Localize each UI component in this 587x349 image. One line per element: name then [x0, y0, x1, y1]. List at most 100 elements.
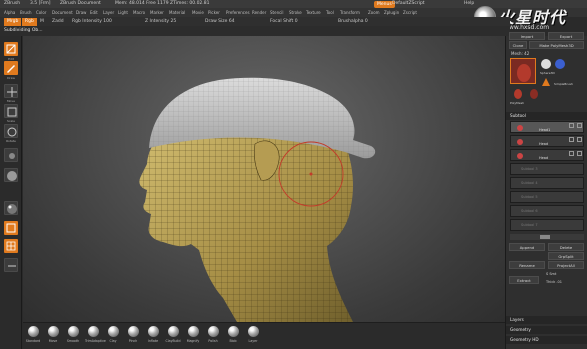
polymesh-label: PolyMesh	[510, 101, 525, 105]
menu-zscript[interactable]: Zscript	[403, 8, 417, 17]
subtool-header[interactable]: Subtool	[506, 112, 587, 120]
s-smt-slider[interactable]: S Smt	[546, 272, 556, 276]
head-model[interactable]	[23, 36, 505, 322]
subtool-row[interactable]: Head	[510, 149, 584, 161]
subtool-row[interactable]: Head1	[510, 121, 584, 133]
menu-stencil[interactable]: Stencil	[270, 8, 284, 17]
scrollbar-thumb[interactable]	[540, 235, 550, 239]
zadd-toggle[interactable]: Zadd	[52, 17, 64, 26]
subtool-thumb-icon	[517, 125, 523, 131]
menu-texture[interactable]: Texture	[306, 8, 321, 17]
eye-icon[interactable]	[569, 123, 574, 128]
geometry-section[interactable]: Geometry	[506, 326, 587, 334]
menu-stroke[interactable]: Stroke	[289, 8, 302, 17]
brush-smooth[interactable]: Smooth	[65, 326, 81, 343]
rename-button[interactable]: Rename	[509, 261, 545, 269]
alphabrush-thumb[interactable]	[554, 58, 566, 70]
menu-zplugin[interactable]: Zplugin	[384, 8, 399, 17]
mrgb-toggle[interactable]: Mrgb	[4, 17, 22, 26]
rgb-intensity-slider[interactable]: Rgb Intensity 100	[72, 17, 112, 26]
brush-toggle-icon[interactable]	[577, 123, 582, 128]
brush-toggle-icon[interactable]	[577, 151, 582, 156]
brush-pinch[interactable]: Pinch	[125, 326, 141, 343]
menu-macro[interactable]: Macro	[133, 8, 145, 17]
brush-layer[interactable]: Layer	[245, 326, 261, 343]
menu-brush[interactable]: Brush	[20, 8, 32, 17]
import-button[interactable]: Import	[509, 32, 545, 40]
menu-draw[interactable]: Draw	[76, 8, 86, 17]
menu-color[interactable]: Color	[36, 8, 46, 17]
menu-alpha[interactable]: Alpha	[4, 8, 15, 17]
subtool-row[interactable]: Head	[510, 135, 584, 147]
brush-inflate[interactable]: Inflate	[145, 326, 161, 343]
scale-button[interactable]	[4, 104, 18, 118]
layers-section[interactable]: Layers	[506, 316, 587, 324]
menu-transform[interactable]: Transform	[340, 8, 360, 17]
menu-tool[interactable]: Tool	[326, 8, 334, 17]
subtool-row[interactable]: Subtool 3	[510, 163, 584, 175]
shelf-button-6[interactable]	[4, 148, 18, 162]
projectall-button[interactable]: ProjectAll	[548, 261, 584, 269]
eye-icon[interactable]	[569, 137, 574, 142]
sphere3d-thumb[interactable]	[540, 58, 552, 70]
brush-move[interactable]: Move	[45, 326, 61, 343]
delete-button[interactable]: Delete	[548, 243, 584, 251]
subtool-row[interactable]: Subtool 5	[510, 191, 584, 203]
brush-claybuild-icon	[167, 326, 179, 337]
menu-document[interactable]: Document	[52, 8, 73, 17]
menu-zoom[interactable]: Zoom	[368, 8, 380, 17]
make-polymesh-button[interactable]: Make PolyMesh3D	[529, 41, 584, 49]
menu-marker[interactable]: Marker	[150, 8, 164, 17]
menu-edit[interactable]: Edit	[90, 8, 98, 17]
head-thumb-2[interactable]	[528, 88, 540, 100]
brush-clay[interactable]: Clay	[105, 326, 121, 343]
clone-button[interactable]: Clone	[509, 41, 527, 49]
brush-claybuild[interactable]: ClayBuild	[165, 326, 181, 343]
polymesh-thumb[interactable]	[512, 88, 524, 100]
menu-movie[interactable]: Movie	[192, 8, 204, 17]
extract-button[interactable]: Extract	[509, 276, 539, 284]
shelf-button-9[interactable]	[4, 221, 18, 235]
current-tool-thumb[interactable]	[510, 58, 536, 84]
append-button[interactable]: Append	[509, 243, 545, 251]
eye-icon[interactable]	[569, 151, 574, 156]
subtool-scrollbar[interactable]	[510, 234, 584, 240]
shelf-button-7[interactable]	[4, 168, 18, 182]
subtool-row[interactable]: Subtool 4	[510, 177, 584, 189]
brush-standard[interactable]: Standard	[25, 326, 41, 343]
brushalpha-slider[interactable]: Brushalpha 0	[338, 17, 368, 26]
edit-button[interactable]	[4, 42, 18, 56]
rgb-toggle[interactable]: Rgb	[22, 17, 37, 26]
default-script[interactable]: DefaultZScript	[392, 0, 425, 8]
subtool-row[interactable]: Subtool 6	[510, 205, 584, 217]
menu-render[interactable]: Render	[252, 8, 266, 17]
export-button[interactable]: Export	[548, 32, 584, 40]
rotate-button[interactable]	[4, 124, 18, 138]
shelf-button-8[interactable]	[4, 201, 18, 215]
draw-size-slider[interactable]: Draw Size 64	[205, 17, 235, 26]
brush-magnify[interactable]: Magnify	[185, 326, 201, 343]
focal-shift-slider[interactable]: Focal Shift 0	[270, 17, 298, 26]
help-menu[interactable]: Help	[464, 0, 474, 8]
geometry-hd-section[interactable]: Geometry HD	[506, 336, 587, 344]
grpsplit-button[interactable]: GrpSplit	[548, 252, 584, 260]
thick-slider[interactable]: Thick .01	[546, 280, 562, 284]
simplebrush-thumb[interactable]	[540, 76, 552, 88]
move-button[interactable]	[4, 84, 18, 98]
z-intensity-slider[interactable]: Z Intensity 25	[145, 17, 176, 26]
brush-toggle-icon[interactable]	[577, 137, 582, 142]
shelf-button-10[interactable]	[4, 239, 18, 253]
menu-picker[interactable]: Picker	[208, 8, 220, 17]
menu-layer[interactable]: Layer	[103, 8, 114, 17]
brush-blob[interactable]: Blob	[225, 326, 241, 343]
subtool-row[interactable]: Subtool 7	[510, 219, 584, 231]
brush-polish[interactable]: Polish	[205, 326, 221, 343]
draw-button[interactable]	[4, 61, 18, 75]
canvas-viewport[interactable]	[23, 36, 505, 322]
brush-trimadaptive[interactable]: TrimAdaptive	[85, 326, 106, 343]
shelf-button-11[interactable]	[4, 258, 18, 272]
m-toggle[interactable]: M	[40, 17, 44, 26]
menu-light[interactable]: Light	[118, 8, 128, 17]
menu-preferences[interactable]: Preferences	[226, 8, 250, 17]
menu-material[interactable]: Material	[169, 8, 185, 17]
